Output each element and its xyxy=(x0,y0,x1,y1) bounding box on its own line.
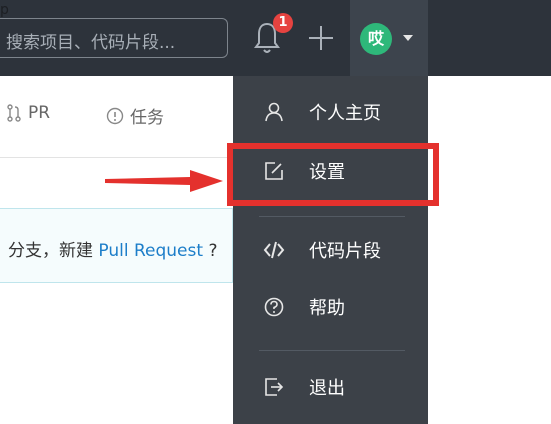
search-placeholder: 搜索项目、代码片段... xyxy=(6,33,176,53)
notice-suffix: ? xyxy=(203,241,218,261)
menu-item-snippets[interactable]: 代码片段 xyxy=(233,224,428,276)
notice-prefix: 分支，新建 xyxy=(8,241,99,261)
tab-tasks[interactable]: 任务 xyxy=(106,103,164,128)
code-icon xyxy=(263,241,285,259)
help-icon xyxy=(264,297,284,317)
tab-pr[interactable]: PR xyxy=(6,103,50,123)
new-pr-notice: 分支，新建 Pull Request ? xyxy=(0,208,233,283)
user-icon xyxy=(265,102,283,122)
tab-pr-label: PR xyxy=(28,103,51,123)
menu-divider xyxy=(259,216,405,217)
chevron-down-icon[interactable] xyxy=(403,35,413,41)
repo-tabs: PR 任务 xyxy=(0,76,233,158)
pull-request-icon xyxy=(7,104,21,122)
annotation-highlight-box xyxy=(227,143,439,206)
user-dropdown-menu: 个人主页 设置 代码片段 帮助 退出 xyxy=(233,76,428,424)
logout-icon xyxy=(265,378,284,396)
menu-item-logout[interactable]: 退出 xyxy=(233,361,428,413)
menu-item-profile[interactable]: 个人主页 xyxy=(233,86,428,138)
cropped-text: p xyxy=(0,2,9,18)
menu-item-label: 代码片段 xyxy=(309,241,381,262)
plus-icon[interactable] xyxy=(307,22,335,54)
menu-item-label: 个人主页 xyxy=(309,103,381,124)
notification-badge: 1 xyxy=(273,13,293,33)
menu-item-label: 帮助 xyxy=(309,298,345,319)
tab-tasks-label: 任务 xyxy=(130,108,164,128)
menu-item-label: 退出 xyxy=(309,378,345,399)
menu-divider xyxy=(259,350,405,351)
new-pull-request-link[interactable]: Pull Request xyxy=(98,241,203,261)
search-input[interactable]: 搜索项目、代码片段... xyxy=(0,18,228,58)
top-navbar: p 搜索项目、代码片段... 1 xyxy=(0,0,551,76)
annotation-arrow xyxy=(105,170,223,192)
notice-text: 分支，新建 Pull Request ? xyxy=(8,236,217,261)
info-circle-icon xyxy=(106,107,124,124)
avatar[interactable]: 哎 xyxy=(360,23,392,55)
menu-item-help[interactable]: 帮助 xyxy=(233,281,428,333)
